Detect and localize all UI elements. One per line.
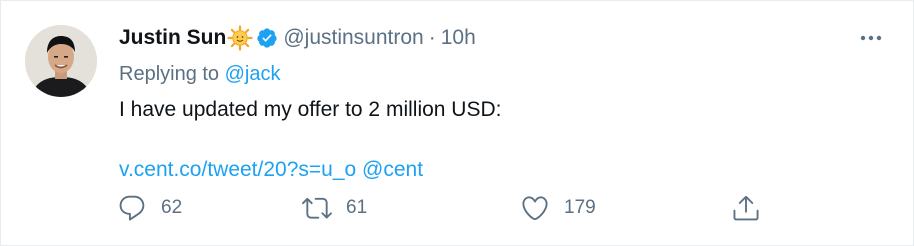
avatar-image: [25, 25, 97, 97]
share-icon: [733, 195, 759, 221]
retweet-icon: [302, 197, 332, 219]
retweet-button[interactable]: 61: [302, 193, 367, 223]
tweet-text: I have updated my offer to 2 million USD…: [119, 98, 502, 121]
share-button[interactable]: [731, 193, 761, 223]
sun-emoji-icon: [227, 25, 253, 51]
tweet-content: Justin Sun @justinsuntron · 10h Replying…: [119, 21, 889, 185]
author-name[interactable]: Justin Sun: [119, 26, 226, 50]
tweet-timestamp[interactable]: 10h: [441, 26, 476, 50]
tweet-card[interactable]: Justin Sun @justinsuntron · 10h Replying…: [0, 0, 914, 246]
reply-count: 62: [161, 197, 183, 218]
separator-dot: ·: [428, 26, 436, 49]
tweet-link[interactable]: v.cent.co/tweet/20?s=u_o: [119, 158, 356, 181]
more-options-icon: [860, 35, 882, 41]
verified-badge-icon: [256, 27, 278, 49]
replying-to-line: Replying to @jack: [119, 59, 889, 89]
more-options-button[interactable]: [851, 25, 891, 51]
like-button[interactable]: 179: [520, 193, 596, 223]
tweet-header: Justin Sun @justinsuntron · 10h: [119, 21, 889, 55]
tweet-actions: 62 61 179: [117, 193, 767, 229]
author-handle[interactable]: @justinsuntron: [283, 26, 423, 50]
cent-mention[interactable]: @cent: [362, 158, 423, 181]
replying-to-label: Replying to: [119, 63, 220, 85]
retweet-count: 61: [346, 197, 368, 218]
avatar[interactable]: [25, 25, 97, 97]
reply-button[interactable]: 62: [117, 193, 182, 223]
heart-icon: [522, 196, 548, 221]
reply-icon: [119, 195, 145, 221]
replying-to-mention[interactable]: @jack: [225, 63, 281, 85]
like-count: 179: [564, 197, 596, 218]
tweet-links: v.cent.co/tweet/20?s=u_o @cent: [119, 155, 889, 185]
